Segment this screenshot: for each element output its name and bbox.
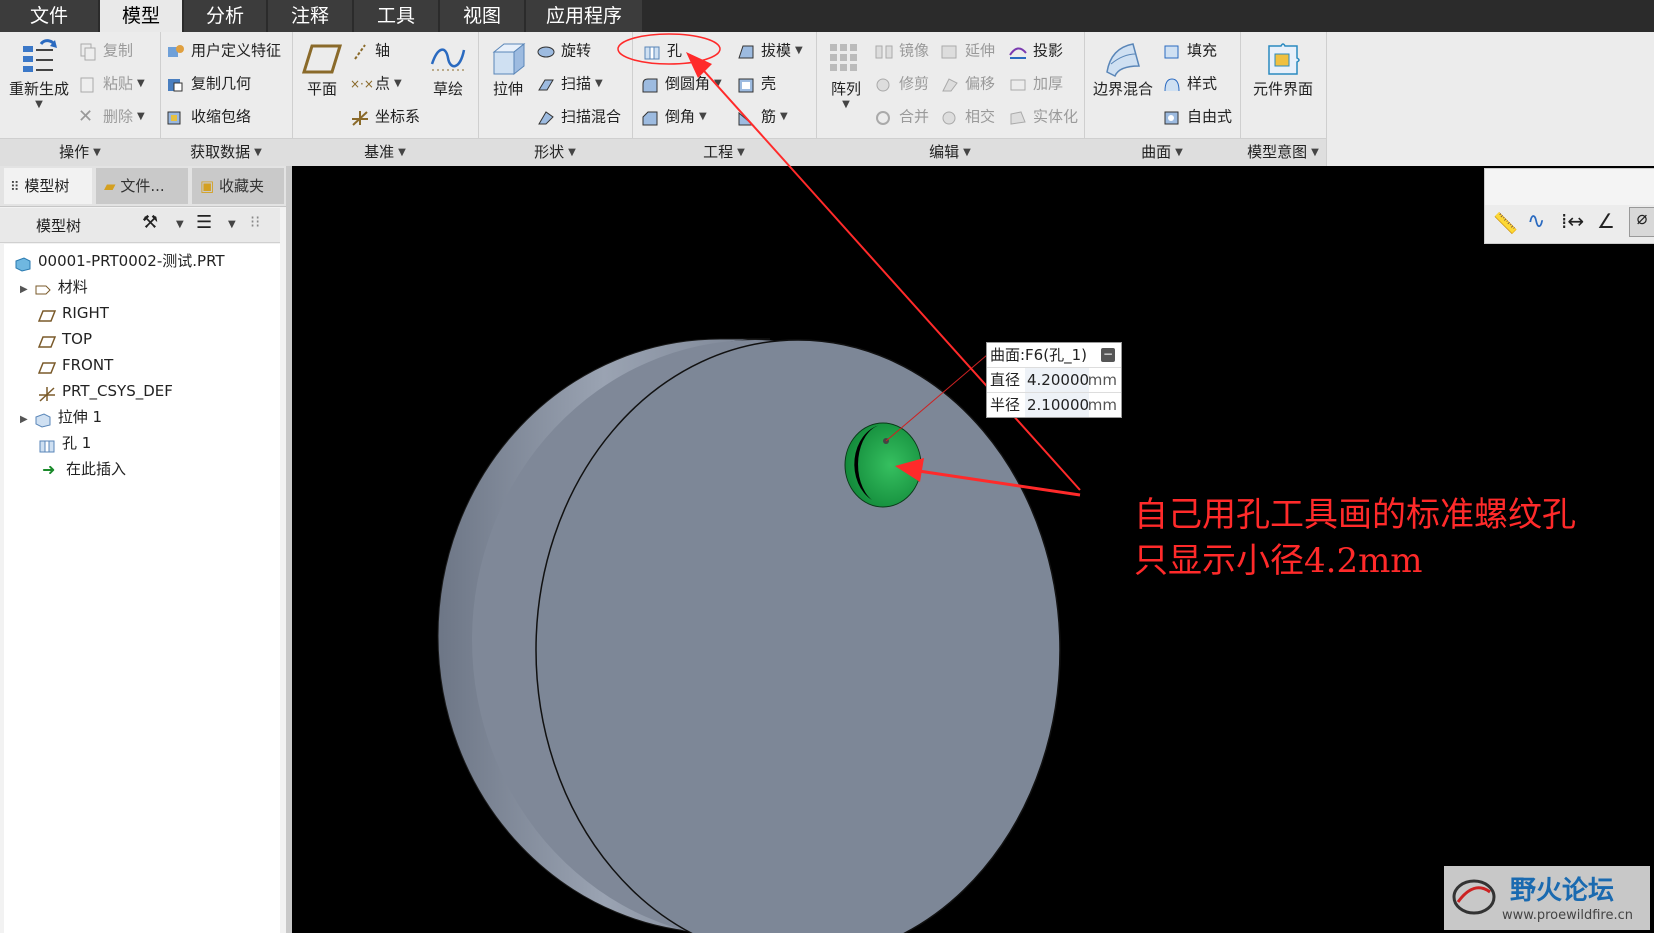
- watermark-title: 野火论坛: [1510, 876, 1615, 906]
- annotation-text: 自己用孔工具画的标准螺纹孔 只显示小径4.2mm: [1134, 492, 1576, 584]
- curve-length-icon[interactable]: ∿: [1527, 209, 1545, 234]
- collapse-icon[interactable]: −: [1101, 348, 1115, 362]
- part-model: [437, 33, 1081, 933]
- popup-title: 曲面:F6(孔_1): [990, 346, 1087, 364]
- distance-icon[interactable]: ⁞↔: [1561, 209, 1584, 233]
- angle-icon[interactable]: ∠: [1597, 209, 1615, 233]
- measure-popup: 曲面:F6(孔_1) − 直径 4.20000 mm 半径 2.10000 mm: [986, 342, 1122, 418]
- watermark: 野火论坛 www.proewildfire.cn: [1444, 866, 1650, 930]
- highlight-circle: [617, 33, 721, 65]
- popup-title-bar: 曲面:F6(孔_1) −: [987, 343, 1121, 367]
- watermark-url: www.proewildfire.cn: [1502, 908, 1633, 923]
- ruler-icon[interactable]: 📏: [1493, 211, 1518, 235]
- forum-logo: [1452, 879, 1496, 915]
- annotation-line-1: 自己用孔工具画的标准螺纹孔: [1134, 495, 1576, 535]
- popup-row-diameter: 直径 4.20000 mm: [987, 367, 1121, 392]
- disk-face[interactable]: [535, 339, 1061, 933]
- annotation-line-2: 只显示小径4.2mm: [1134, 541, 1423, 581]
- measure-toolbar: 📏 ∿ ⁞↔ ∠ ⌀: [1484, 168, 1654, 244]
- popup-row-radius: 半径 2.10000 mm: [987, 392, 1121, 417]
- diameter-icon[interactable]: ⌀: [1629, 207, 1654, 237]
